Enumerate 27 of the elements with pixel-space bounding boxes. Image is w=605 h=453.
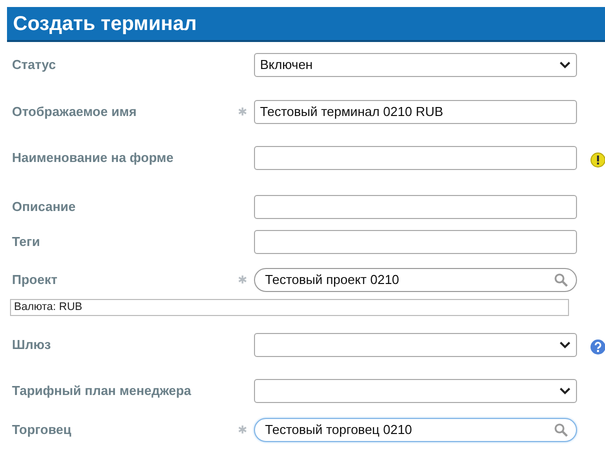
search-icon bbox=[554, 423, 568, 437]
field-label: Описание bbox=[12, 199, 76, 214]
field-label: Наименование на форме bbox=[12, 150, 174, 165]
search-icon bbox=[554, 273, 568, 287]
field-label: Теги bbox=[12, 234, 40, 249]
field-label: Торговец bbox=[12, 422, 72, 437]
input-field[interactable] bbox=[254, 195, 577, 219]
select-field[interactable] bbox=[254, 333, 577, 357]
warning-icon[interactable] bbox=[590, 152, 605, 168]
chevron-icon bbox=[559, 61, 571, 69]
chevron-icon bbox=[559, 387, 571, 395]
chevron-icon bbox=[559, 341, 571, 349]
select-field[interactable]: Включен bbox=[254, 53, 577, 77]
field-label: Тарифный план менеджера bbox=[12, 383, 192, 398]
input-field[interactable] bbox=[254, 230, 577, 254]
search-field[interactable]: Тестовый проект 0210 bbox=[254, 268, 577, 292]
search-field[interactable]: Тестовый торговец 0210 bbox=[254, 418, 577, 442]
input-field[interactable]: Тестовый терминал 0210 RUB bbox=[254, 100, 577, 124]
currency-note: Валюта: RUB bbox=[10, 299, 569, 316]
help-icon[interactable] bbox=[590, 338, 605, 355]
field-label: Статус bbox=[12, 57, 56, 72]
select-field[interactable] bbox=[254, 379, 577, 403]
field-label: Отображаемое имя bbox=[12, 104, 137, 119]
field-label: Проект bbox=[12, 272, 58, 287]
field-label: Шлюз bbox=[12, 337, 51, 352]
input-field[interactable] bbox=[254, 146, 577, 170]
page-title: Создать терминал bbox=[13, 12, 197, 36]
